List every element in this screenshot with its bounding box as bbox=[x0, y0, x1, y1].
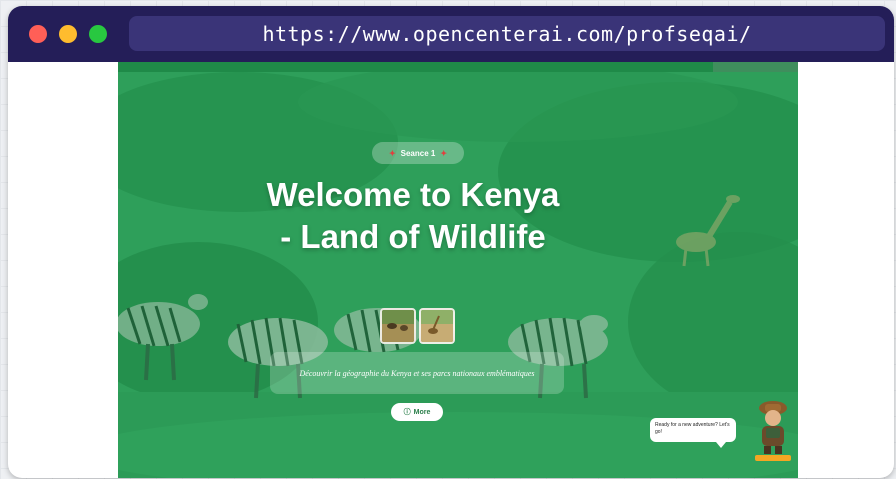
session-badge: ✦ Seance 1 ✦ bbox=[372, 142, 464, 164]
session-label: Seance 1 bbox=[400, 148, 436, 158]
explorer-avatar-icon[interactable] bbox=[753, 398, 793, 454]
more-button[interactable]: ⓘ More bbox=[391, 403, 443, 421]
savanna-thumbnail-image bbox=[382, 310, 414, 342]
flag-icon: ✦ bbox=[440, 148, 448, 158]
lesson-progress-fill bbox=[118, 62, 713, 72]
flag-icon: ✦ bbox=[388, 148, 396, 158]
giraffe-thumbnail[interactable] bbox=[419, 308, 455, 344]
close-window-button[interactable] bbox=[29, 25, 47, 43]
savanna-thumbnail[interactable] bbox=[380, 308, 416, 344]
info-icon: ⓘ bbox=[403, 409, 411, 416]
savanna-background-image bbox=[118, 62, 798, 478]
address-bar[interactable]: https://www.opencenterai.com/profseqai/ bbox=[129, 16, 885, 51]
speech-bubble-tail bbox=[716, 442, 726, 448]
assistant-speech-bubble: Ready for a new adventure? Let's go! bbox=[650, 418, 736, 442]
assistant-bubble-text: Ready for a new adventure? Let's go! bbox=[655, 422, 730, 435]
browser-titlebar: https://www.opencenterai.com/profseqai/ bbox=[8, 6, 894, 62]
maximize-window-button[interactable] bbox=[89, 25, 107, 43]
lesson-description: Découvrir la géographie du Kenya et ses … bbox=[270, 352, 564, 394]
minimize-window-button[interactable] bbox=[59, 25, 77, 43]
hero-title: Welcome to Kenya - Land of Wildlife bbox=[266, 176, 560, 255]
page-viewport: ✦ Seance 1 ✦ Welcome to Kenya - Land of … bbox=[118, 62, 798, 478]
more-button-label: More bbox=[413, 408, 431, 416]
avatar-name-tag bbox=[755, 455, 791, 461]
lesson-progress-bar bbox=[118, 62, 798, 72]
giraffe-thumbnail-image bbox=[421, 310, 453, 342]
browser-window: https://www.opencenterai.com/profseqai/ bbox=[8, 6, 894, 478]
description-text: Découvrir la géographie du Kenya et ses … bbox=[299, 368, 535, 378]
url-text: https://www.opencenterai.com/profseqai/ bbox=[262, 21, 752, 46]
